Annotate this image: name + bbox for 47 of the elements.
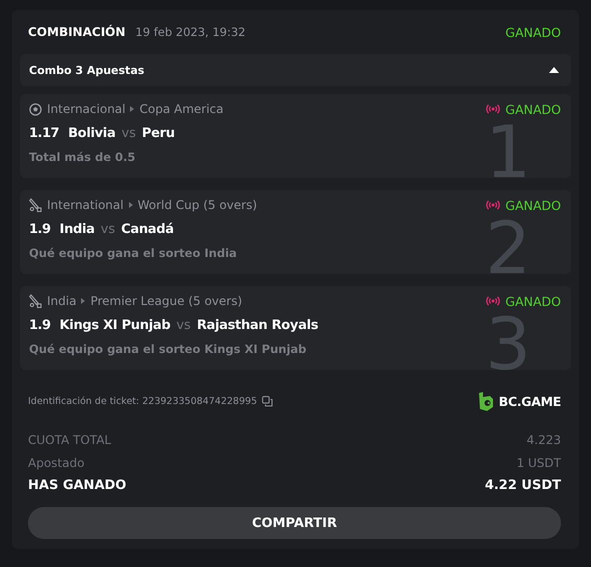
odds-value: 1.9 [29,318,51,333]
league-label: Copa America [139,102,224,116]
team-name: Canadá [121,222,174,237]
bet-status: GANADO [505,102,561,116]
bet-date: 19 feb 2023, 19:32 [135,25,246,39]
brand-name: BC.GAME [498,394,561,408]
market-label: Total más de 0.5 [29,150,136,164]
caret-icon [549,67,559,73]
category-label: Internacional [47,102,126,116]
combo-header[interactable]: Combo 3 Apuestas [20,54,571,86]
football-icon [29,102,42,116]
cricket-icon [29,294,42,308]
team-name: India [60,222,95,237]
total-value: 4.223 [526,432,561,446]
team-name: Peru [142,126,175,141]
share-button[interactable]: COMPARTIR [28,507,561,539]
total-label: HAS GANADO [28,478,126,493]
team-name: Bolivia [68,126,116,141]
team-name: Kings XI Punjab [60,318,170,333]
market-label: Qué equipo gana el sorteo India [29,246,238,260]
copy-icon[interactable] [262,396,274,406]
total-label: CUOTA TOTAL [28,432,112,446]
cricket-icon [29,198,42,212]
odds-value: 1.17 [29,126,60,141]
bet-status: GANADO [505,198,561,212]
team-name: Rajasthan Royals [196,318,318,333]
bet-status: GANADO [505,294,561,308]
brand-logo-icon [478,392,494,410]
versus-label: vs [121,126,136,141]
category-label: India [47,294,76,308]
market-label: Qué equipo gana el sorteo Kings XI Punjab [29,342,308,356]
total-value: 4.22 USDT [484,478,561,493]
total-value: 1 USDT [516,456,561,470]
bet-type-title: COMBINACIÓN [28,25,126,39]
league-label: World Cup (5 overs) [138,198,258,212]
league-label: Premier League (5 overs) [90,294,242,308]
breadcrumb-arrow-icon [130,106,134,112]
bet-status: GANADO [505,24,561,40]
category-label: International [47,198,124,212]
ticket-id: Identificación de ticket: 2239233508474228995 [28,396,258,406]
versus-label: vs [176,318,191,333]
combo-label: Combo 3 Apuestas [29,64,144,76]
versus-label: vs [100,222,116,237]
total-label: Apostado [28,456,84,470]
breadcrumb-arrow-icon [81,298,86,304]
odds-value: 1.9 [29,222,51,237]
breadcrumb-arrow-icon [128,202,133,208]
